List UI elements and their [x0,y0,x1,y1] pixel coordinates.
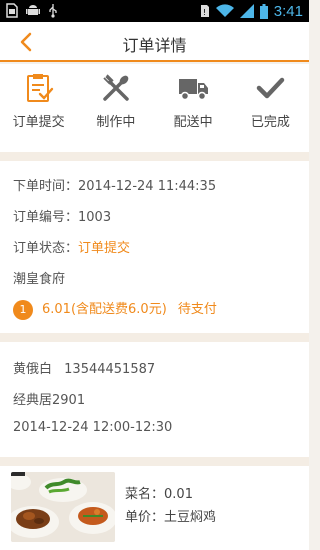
android-icon [26,5,40,15]
status-clock: 3:41 [273,2,303,20]
food-photo-illustration [11,472,115,542]
fork-spoon-icon [103,74,129,101]
payment-index-badge: 1 [13,299,33,320]
delivery-info-card: 黄俄白 13544451587 经典居2901 2014-12-24 12:00… [0,342,309,457]
dish-name-label: 菜名： [125,487,165,502]
sim-alert-icon: ! [200,5,209,17]
status-bar: ! 3:41 [0,0,309,22]
order-status-label: 订单状态： [13,241,79,256]
svg-text:!: ! [203,8,206,17]
step-delivering: 配送中 [155,64,232,152]
dish-name-value: 0.01 [164,487,193,502]
step-cooking: 制作中 [77,64,154,152]
step-label: 已完成 [250,115,290,130]
order-number-value: 1003 [78,210,112,225]
order-number-label: 订单编号： [13,210,79,225]
dish-price-value: 土豆焖鸡 [164,510,217,525]
wifi-icon [215,4,234,18]
food-photo [11,472,115,542]
payment-amount: 6.01(含配送费6.0元) [42,302,167,317]
order-status-row: 订单状态：订单提交 [13,237,130,256]
payment-row[interactable]: 1 6.01(含配送费6.0元) 待支付 [13,298,217,320]
step-label: 配送中 [173,115,213,130]
step-label: 订单提交 [12,115,65,130]
section-divider [0,457,309,466]
order-time-label: 下单时间： [13,179,79,194]
checkmark-icon [257,77,285,99]
clipboard-check-icon [26,74,53,102]
order-time-row: 下单时间：2014-12-24 11:44:35 [13,175,216,194]
order-status-value: 订单提交 [78,241,131,256]
restaurant-name: 潮皇食府 [13,272,66,287]
delivery-address: 经典居2901 [13,393,86,408]
order-progress: 订单提交 制作中 配送中 已完成 [0,64,309,152]
section-divider [0,333,309,342]
dish-price-row: 单价：土豆焖鸡 [125,506,216,525]
step-completed: 已完成 [232,64,309,152]
truck-icon [179,79,209,101]
dish-name-row: 菜名：0.01 [125,483,193,502]
app-header: 订单详情 [0,22,309,62]
order-info-card: 下单时间：2014-12-24 11:44:35 订单编号：1003 订单状态：… [0,161,309,333]
contact-name: 黄俄白 [13,362,53,377]
dish-price-label: 单价： [125,510,165,525]
section-divider [0,152,309,161]
signal-icon [239,4,254,18]
order-number-row: 订单编号：1003 [13,206,111,225]
sim-card-icon [6,3,18,18]
contact-row: 黄俄白 13544451587 [13,358,155,377]
page-title: 订单详情 [122,36,187,55]
delivery-time: 2014-12-24 12:00-12:30 [13,420,173,435]
battery-icon [259,3,268,19]
step-submitted: 订单提交 [0,64,77,152]
payment-status: 待支付 [177,302,217,317]
contact-phone[interactable]: 13544451587 [64,362,155,377]
order-time-value: 2014-12-24 11:44:35 [78,179,217,194]
usb-icon [49,4,57,18]
step-label: 制作中 [96,115,136,130]
